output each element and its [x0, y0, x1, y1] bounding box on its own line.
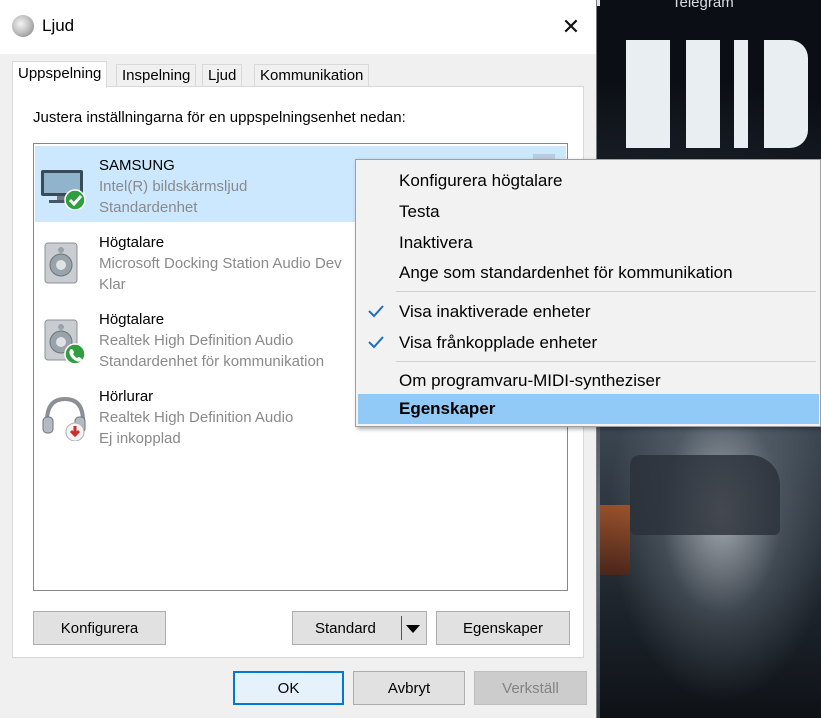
- menu-item-properties[interactable]: Egenskaper: [358, 394, 819, 424]
- menu-item-label: Visa inaktiverade enheter: [399, 302, 591, 321]
- tab-recording[interactable]: Inspelning: [116, 64, 197, 87]
- checkmark-icon: [368, 305, 384, 318]
- chevron-down-icon[interactable]: [406, 625, 420, 633]
- close-button[interactable]: ✕: [548, 8, 594, 46]
- menu-item-label: Om programvaru-MIDI-syntheziser: [399, 371, 661, 390]
- split-separator: [401, 616, 402, 640]
- menu-item-midi-synth-about[interactable]: Om programvaru-MIDI-syntheziser: [358, 366, 819, 396]
- wallpaper-tank: [630, 455, 780, 535]
- menu-item-label: Konfigurera högtalare: [399, 171, 563, 190]
- title-bar[interactable]: Ljud ✕: [0, 0, 596, 54]
- menu-item-show-disconnected-devices[interactable]: Visa frånkopplade enheter: [358, 328, 819, 358]
- device-status: Standardenhet: [99, 199, 198, 216]
- tab-sounds[interactable]: Ljud: [202, 64, 243, 87]
- instruction-text: Justera inställningarna för en uppspelni…: [33, 109, 406, 126]
- menu-separator: [396, 361, 816, 362]
- speaker-icon: [44, 242, 78, 284]
- speaker-app-icon: [12, 15, 34, 37]
- tab-communications[interactable]: Kommunikation: [254, 64, 370, 87]
- set-default-label: Standard: [315, 619, 376, 637]
- device-name: SAMSUNG: [99, 157, 175, 174]
- device-description: Intel(R) bildskärmsljud: [99, 178, 248, 195]
- menu-item-label: Ange som standardenhet för kommunikation: [399, 263, 733, 282]
- menu-item-label: Testa: [399, 202, 440, 221]
- menu-item-label: Inaktivera: [399, 233, 473, 252]
- headphones-icon: [42, 396, 86, 441]
- menu-item-set-default-communication[interactable]: Ange som standardenhet för kommunikation: [358, 258, 819, 288]
- menu-item-show-disabled-devices[interactable]: Visa inaktiverade enheter: [358, 297, 819, 327]
- menu-separator: [396, 291, 816, 292]
- device-description: Realtek High Definition Audio: [99, 409, 294, 426]
- speaker-icon: [44, 319, 86, 364]
- set-default-split-button[interactable]: Standard: [292, 611, 427, 645]
- desktop-caption: Telegram: [672, 0, 734, 11]
- device-description: Realtek High Definition Audio: [99, 332, 294, 349]
- window-title: Ljud: [42, 16, 75, 35]
- device-description: Microsoft Docking Station Audio Dev: [99, 255, 342, 272]
- checkmark-icon: [368, 336, 384, 349]
- menu-item-test[interactable]: Testa: [358, 197, 819, 227]
- close-icon: ✕: [561, 14, 581, 39]
- wallpaper-letters: [612, 40, 821, 150]
- monitor-icon: [41, 170, 86, 210]
- cancel-button[interactable]: Avbryt: [353, 671, 465, 705]
- device-status: Ej inkopplad: [99, 430, 181, 447]
- wallpaper-fire: [600, 505, 630, 575]
- menu-item-label: Visa frånkopplade enheter: [399, 333, 598, 352]
- tab-playback[interactable]: Uppspelning: [12, 61, 108, 88]
- ok-button[interactable]: OK: [233, 671, 344, 705]
- menu-item-configure-speakers[interactable]: Konfigurera högtalare: [358, 166, 819, 196]
- device-name: Högtalare: [99, 311, 165, 328]
- menu-item-disable[interactable]: Inaktivera: [358, 228, 819, 258]
- configure-button[interactable]: Konfigurera: [33, 611, 166, 645]
- apply-button[interactable]: Verkställ: [474, 671, 587, 705]
- properties-button[interactable]: Egenskaper: [436, 611, 570, 645]
- context-menu: Konfigurera högtalare Testa Inaktivera A…: [355, 159, 821, 427]
- menu-item-label: Egenskaper: [399, 399, 496, 418]
- device-name: Högtalare: [99, 234, 165, 251]
- device-status: Standardenhet för kommunikation: [99, 353, 325, 370]
- device-name: Hörlurar: [99, 388, 154, 405]
- device-status: Klar: [99, 276, 126, 293]
